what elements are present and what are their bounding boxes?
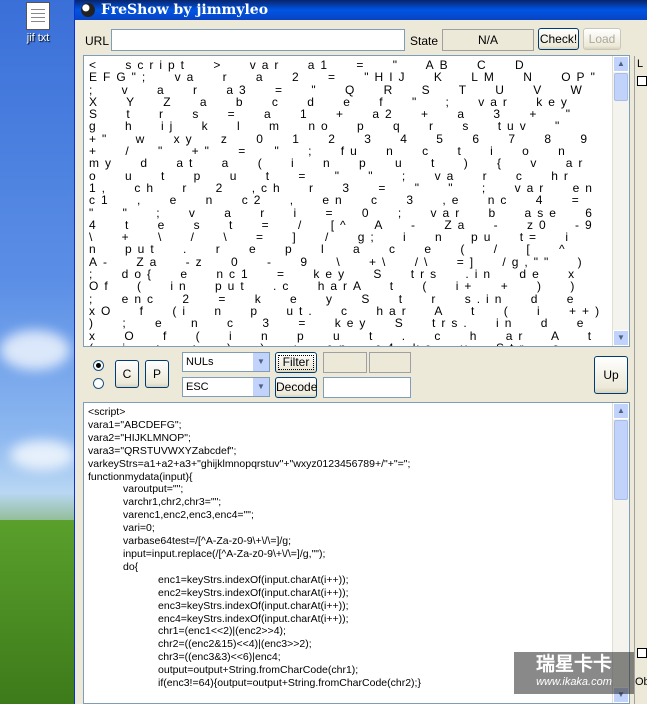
scroll-up-arrow-icon[interactable]: ▲ — [613, 56, 629, 72]
decoded-line: varoutput=""; — [88, 483, 184, 496]
text-file-icon — [26, 2, 50, 30]
cloud — [0, 330, 70, 370]
side-checkbox-bottom[interactable] — [637, 648, 647, 658]
decoded-line: vara2="HIJKLMNOP"; — [88, 431, 191, 444]
decoded-line: chr2=((enc2&15)<<4)|(enc3>>2); — [88, 638, 312, 651]
desktop-file-icon[interactable]: jif txt — [8, 2, 68, 44]
title-bar[interactable]: FreShow by jimmyleo — [75, 0, 647, 20]
window-title: FreShow by jimmyleo — [101, 2, 269, 18]
encoded-pane-scrollbar[interactable]: ▲ ▼ — [612, 56, 629, 346]
decoded-line: vara3="QRSTUVWXYZabcdef"; — [88, 444, 237, 457]
url-input[interactable] — [111, 29, 405, 51]
decoded-line: vara1="ABCDEFG"; — [88, 418, 182, 431]
desktop-grass — [0, 520, 80, 704]
scroll-down-arrow-icon[interactable]: ▼ — [613, 330, 629, 346]
url-label: URL — [85, 34, 110, 48]
scroll-thumb[interactable] — [614, 420, 628, 500]
filter-param-1[interactable] — [323, 352, 367, 373]
freshow-window: FreShow by jimmyleo URL State N/A Check!… — [74, 0, 647, 704]
escape-select[interactable]: ESC ▼ — [182, 377, 270, 397]
check-button[interactable]: Check! — [538, 28, 579, 50]
decoded-line: enc2=keyStrs.indexOf(input.charAt(i++)); — [88, 586, 349, 599]
state-value: N/A — [442, 29, 534, 51]
decoded-line: chr1=(enc1<<2)|(enc2>>4); — [88, 625, 286, 638]
c-button[interactable]: C — [115, 360, 139, 388]
filter-param-2[interactable] — [369, 352, 411, 373]
encoded-source-pane[interactable]: < script > var a1 = " AB C D EFG"; va r … — [83, 55, 630, 347]
decoded-line: varkeyStrs=a1+a2+a3+"ghijklmnopqrstuv"+"… — [88, 457, 411, 470]
mode-radio-1[interactable] — [93, 360, 104, 371]
mode-radio-2[interactable] — [93, 378, 104, 389]
decoded-line: enc3=keyStrs.indexOf(input.charAt(i++)); — [88, 599, 349, 612]
p-button[interactable]: P — [145, 360, 169, 388]
watermark-url: www.ikaka.com — [536, 676, 612, 688]
decoded-source-text: <script> vara1="ABCDEFG"; vara2="HIJKLMNOP… — [84, 403, 629, 690]
pad-select[interactable]: NULs ▼ — [182, 352, 270, 372]
chevron-down-icon: ▼ — [252, 378, 269, 396]
up-button[interactable]: Up — [594, 356, 628, 394]
cloud — [10, 440, 75, 470]
decoded-line: <script> — [88, 406, 126, 418]
chevron-down-icon: ▼ — [252, 353, 269, 371]
scroll-thumb[interactable] — [614, 73, 628, 101]
decoded-line: functionmydata(input){ — [88, 470, 193, 483]
watermark-title: 瑞星卡卡 — [535, 653, 612, 675]
side-checkbox-top[interactable] — [637, 76, 647, 86]
decoded-line: enc1=keyStrs.indexOf(input.charAt(i++)); — [88, 573, 349, 586]
app-icon — [81, 3, 95, 17]
decoded-line: varbase64test=/[^A-Za-z0-9\+\/\=]/g; — [88, 535, 292, 548]
side-panel: L Ob — [634, 56, 647, 704]
decoded-line: varenc1,enc2,enc3,enc4=""; — [88, 509, 254, 522]
decoded-line: vari=0; — [88, 522, 155, 535]
decode-param-input[interactable] — [323, 377, 411, 398]
state-label: State — [410, 34, 439, 48]
decoded-line: varchr1,chr2,chr3=""; — [88, 496, 222, 509]
decode-button[interactable]: Decode — [275, 377, 317, 398]
decoded-line: enc4=keyStrs.indexOf(input.charAt(i++)); — [88, 612, 349, 625]
desktop-file-label: jif txt — [26, 32, 50, 44]
decoded-line: input=input.replace(/[^A-Za-z0-9\+\/\=]/… — [88, 547, 326, 560]
decoded-line: do{ — [88, 560, 139, 573]
scroll-up-arrow-icon[interactable]: ▲ — [613, 403, 629, 419]
filter-button[interactable]: Filter — [275, 352, 317, 373]
side-panel-bottom-label: Ob — [635, 676, 647, 688]
pad-select-value: NULs — [186, 356, 214, 368]
watermark-logo: 瑞星卡卡 www.ikaka.com — [514, 652, 634, 694]
encoded-source-text: < script > var a1 = " AB C D EFG"; va r … — [89, 58, 606, 346]
escape-select-value: ESC — [186, 381, 209, 393]
side-panel-top-label: L — [637, 58, 644, 70]
load-button[interactable]: Load — [583, 28, 621, 50]
